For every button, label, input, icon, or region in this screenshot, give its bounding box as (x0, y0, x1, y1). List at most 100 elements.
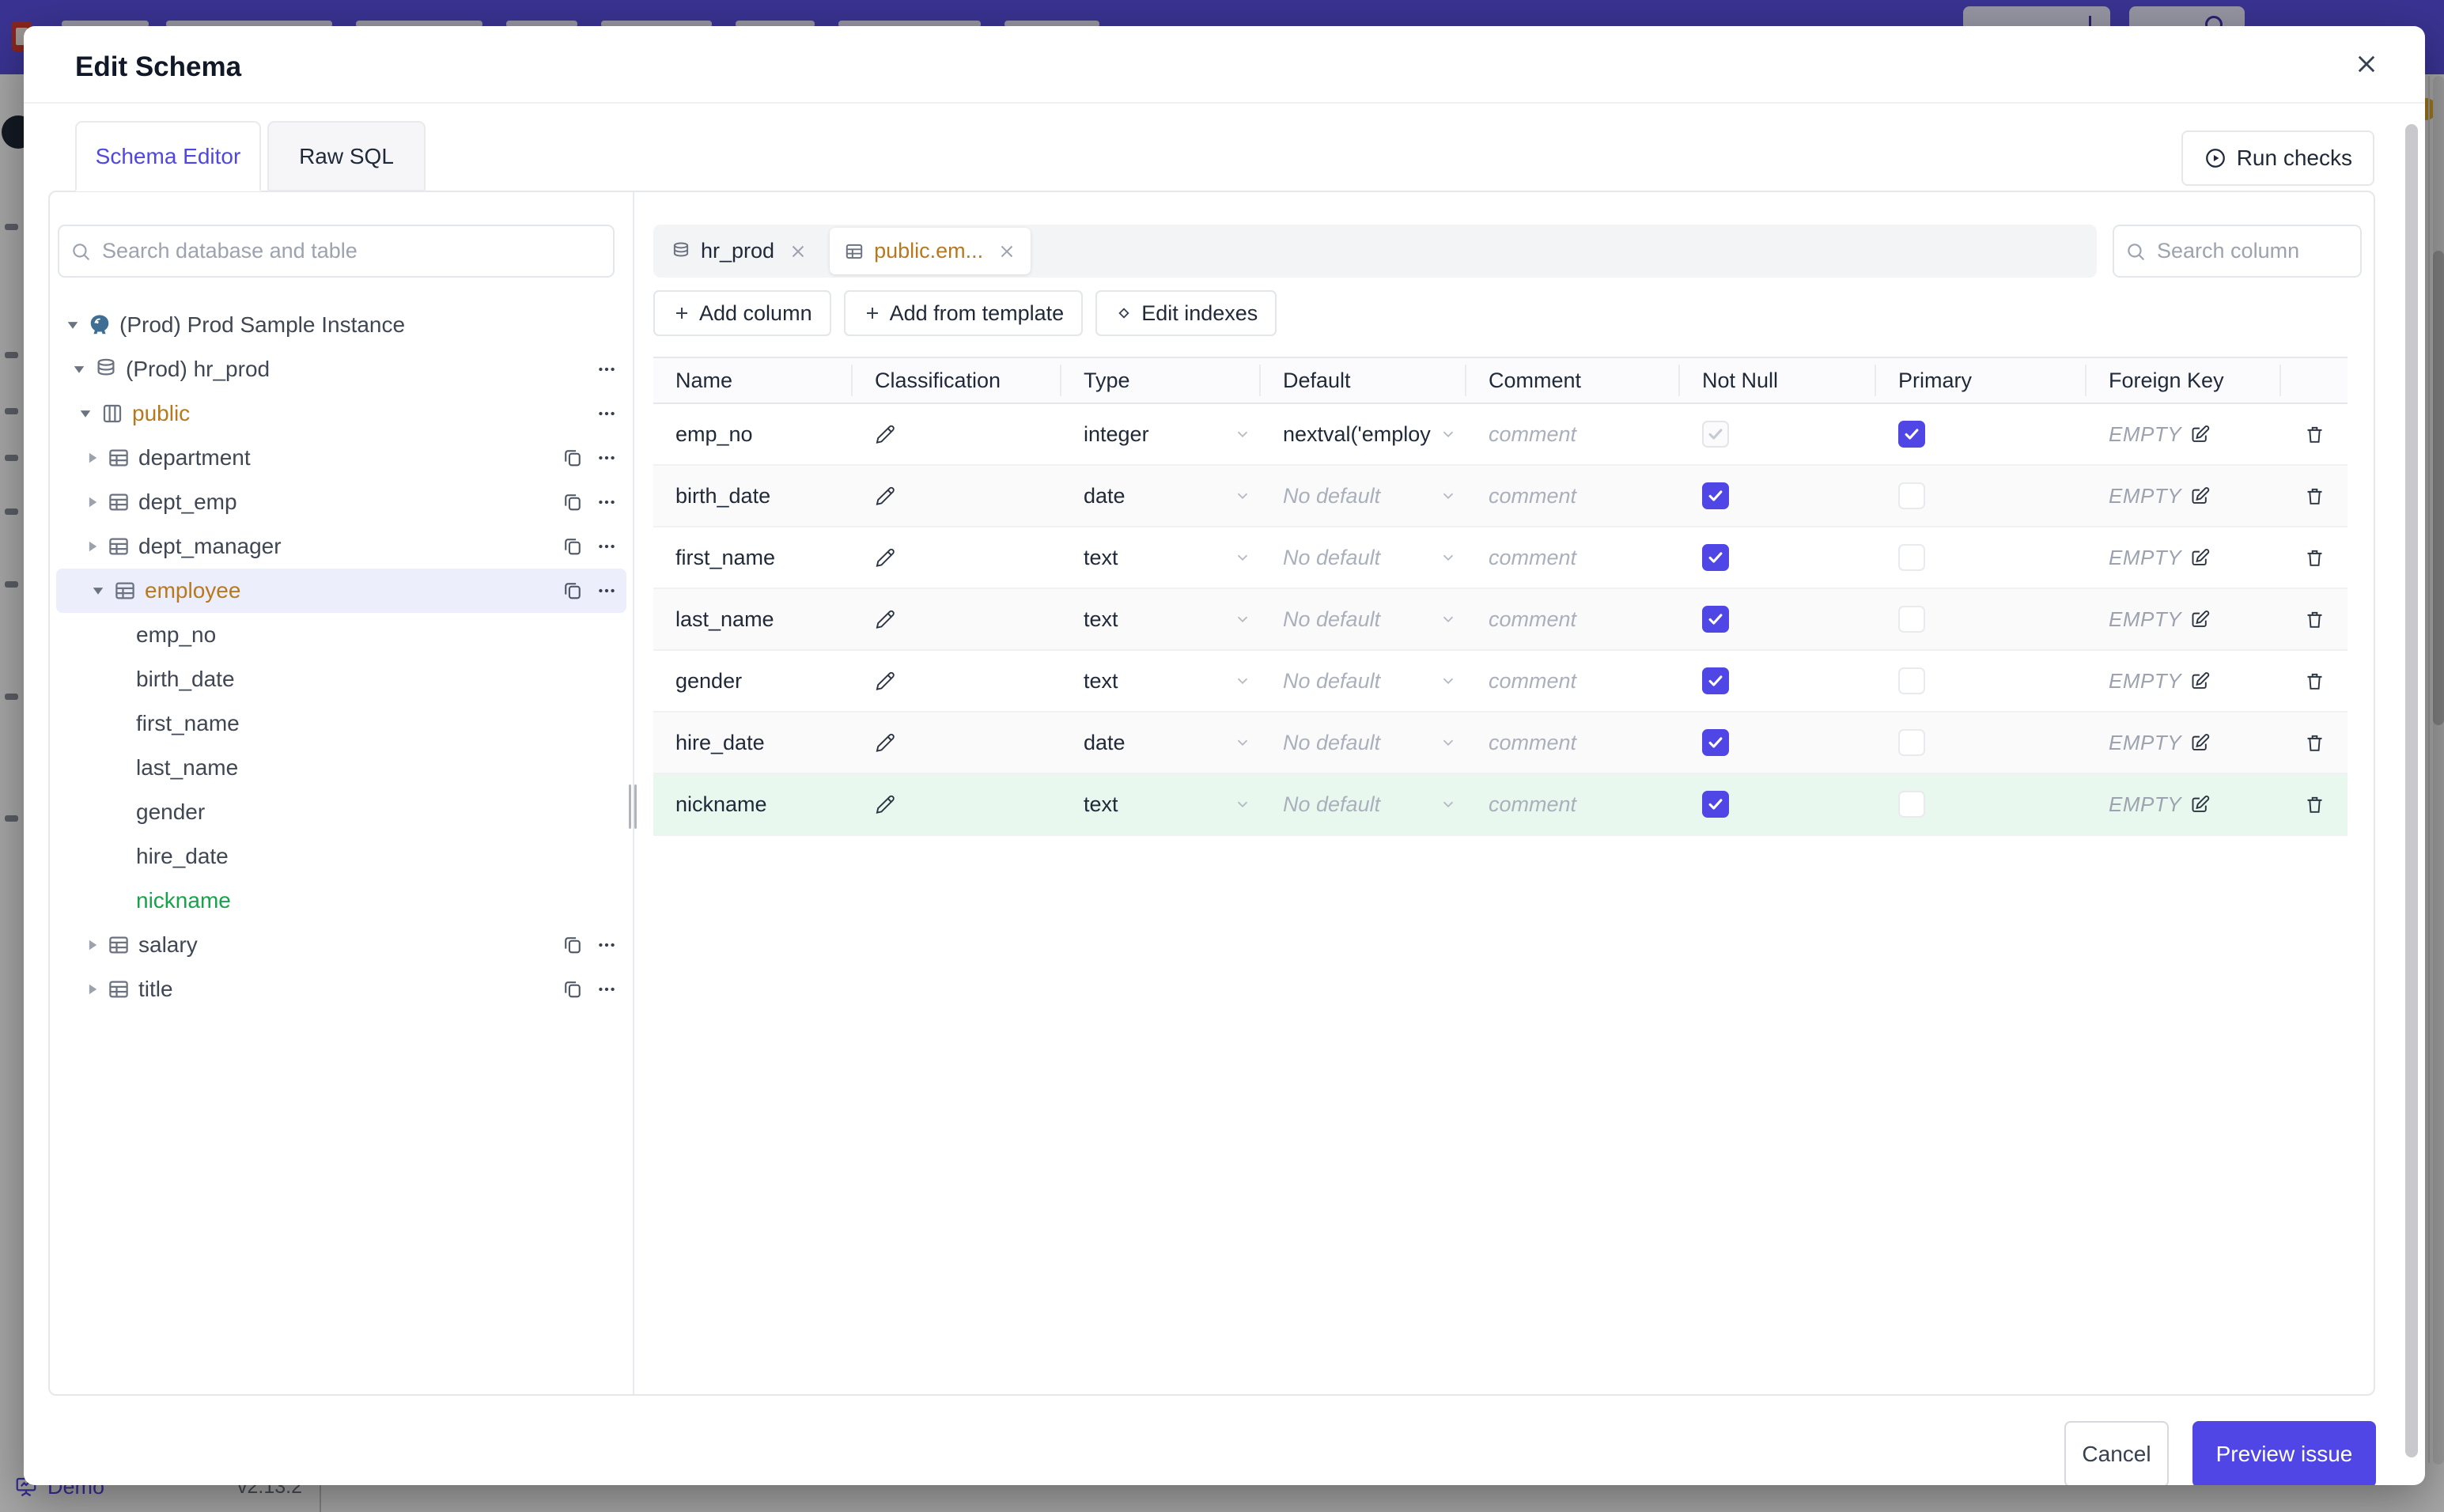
column-name-cell[interactable]: gender (675, 669, 742, 694)
default-select[interactable]: No default (1261, 651, 1466, 711)
edit-icon[interactable] (2189, 609, 2211, 630)
trash-icon[interactable] (2304, 732, 2325, 754)
trash-icon[interactable] (2304, 424, 2325, 445)
tree-item-column-first-name[interactable]: first_name (50, 701, 626, 746)
comment-input[interactable]: comment (1466, 589, 1680, 649)
copy-icon[interactable] (562, 535, 584, 558)
caret-right-icon[interactable] (83, 981, 100, 998)
not-null-checkbox[interactable] (1702, 544, 1729, 571)
comment-input[interactable]: comment (1466, 527, 1680, 588)
column-name-cell[interactable]: birth_date (675, 484, 770, 508)
caret-down-icon[interactable] (89, 582, 107, 599)
comment-input[interactable]: comment (1466, 651, 1680, 711)
tree-item-table-employee[interactable]: employee (56, 569, 626, 613)
edit-icon[interactable] (2189, 486, 2211, 507)
caret-right-icon[interactable] (83, 538, 100, 555)
tab-raw-sql[interactable]: Raw SQL (267, 121, 426, 191)
column-name-cell[interactable]: first_name (675, 546, 775, 570)
default-select[interactable]: No default (1261, 466, 1466, 526)
pencil-icon[interactable] (875, 671, 896, 692)
tree-item-table-dept-emp[interactable]: dept_emp (50, 480, 626, 524)
edit-icon[interactable] (2189, 424, 2211, 445)
tree-item-instance[interactable]: (Prod) Prod Sample Instance (50, 303, 626, 347)
primary-checkbox[interactable] (1898, 544, 1925, 571)
tab-chip-hr-prod[interactable]: hr_prod (656, 228, 822, 274)
type-select[interactable]: text (1061, 589, 1261, 649)
close-icon[interactable] (997, 242, 1016, 261)
type-select[interactable]: text (1061, 651, 1261, 711)
pencil-icon[interactable] (875, 609, 896, 630)
caret-right-icon[interactable] (83, 936, 100, 954)
primary-checkbox[interactable] (1898, 667, 1925, 694)
not-null-checkbox[interactable] (1702, 729, 1729, 756)
default-select[interactable]: No default (1261, 713, 1466, 773)
caret-down-icon[interactable] (64, 316, 81, 334)
tree-item-table-dept-manager[interactable]: dept_manager (50, 524, 626, 569)
primary-checkbox[interactable] (1898, 482, 1925, 509)
default-select[interactable]: No default (1261, 589, 1466, 649)
not-null-checkbox[interactable] (1702, 482, 1729, 509)
copy-icon[interactable] (562, 491, 584, 513)
trash-icon[interactable] (2304, 547, 2325, 569)
default-select[interactable]: nextval('employ (1261, 404, 1466, 464)
pencil-icon[interactable] (875, 794, 896, 815)
tree-item-column-nickname[interactable]: nickname (50, 879, 626, 923)
caret-down-icon[interactable] (77, 405, 94, 422)
add-column-button[interactable]: Add column (653, 290, 831, 336)
preview-issue-button[interactable]: Preview issue (2192, 1421, 2376, 1485)
primary-checkbox[interactable] (1898, 791, 1925, 818)
tree-item-column-hire-date[interactable]: hire_date (50, 834, 626, 879)
comment-input[interactable]: comment (1466, 774, 1680, 834)
type-select[interactable]: text (1061, 774, 1261, 834)
default-select[interactable]: No default (1261, 527, 1466, 588)
sidebar-resize-handle[interactable] (629, 784, 638, 829)
copy-icon[interactable] (562, 978, 584, 1000)
primary-checkbox[interactable] (1898, 606, 1925, 633)
column-name-cell[interactable]: nickname (675, 792, 767, 817)
tree-item-schema-public[interactable]: public (50, 391, 626, 436)
caret-right-icon[interactable] (83, 493, 100, 511)
type-select[interactable]: date (1061, 466, 1261, 526)
tree-item-table-salary[interactable]: salary (50, 923, 626, 967)
ellipsis-icon[interactable] (596, 359, 617, 380)
tree-item-column-gender[interactable]: gender (50, 790, 626, 834)
tree-item-table-title[interactable]: title (50, 967, 626, 1011)
ellipsis-icon[interactable] (596, 979, 617, 1000)
edit-icon[interactable] (2189, 547, 2211, 569)
not-null-checkbox[interactable] (1702, 606, 1729, 633)
ellipsis-icon[interactable] (596, 403, 617, 424)
copy-icon[interactable] (562, 934, 584, 956)
run-checks-button[interactable]: Run checks (2181, 130, 2374, 186)
trash-icon[interactable] (2304, 794, 2325, 815)
tab-chip-public-employee[interactable]: public.em... (830, 228, 1031, 274)
ellipsis-icon[interactable] (596, 536, 617, 557)
modal-scrollbar-thumb[interactable] (2405, 124, 2418, 1457)
close-button[interactable] (2349, 47, 2384, 81)
type-select[interactable]: text (1061, 527, 1261, 588)
not-null-checkbox[interactable] (1702, 667, 1729, 694)
edit-icon[interactable] (2189, 732, 2211, 754)
add-from-template-button[interactable]: Add from template (843, 290, 1084, 336)
close-icon[interactable] (789, 242, 808, 261)
edit-icon[interactable] (2189, 794, 2211, 815)
cancel-button[interactable]: Cancel (2064, 1421, 2169, 1485)
caret-down-icon[interactable] (70, 361, 88, 378)
type-select[interactable]: date (1061, 713, 1261, 773)
tree-item-database[interactable]: (Prod) hr_prod (50, 347, 626, 391)
pencil-icon[interactable] (875, 486, 896, 507)
ellipsis-icon[interactable] (596, 935, 617, 955)
ellipsis-icon[interactable] (596, 580, 617, 601)
comment-input[interactable]: comment (1466, 404, 1680, 464)
tree-item-column-last-name[interactable]: last_name (50, 746, 626, 790)
column-name-cell[interactable]: emp_no (675, 422, 753, 447)
default-select[interactable]: No default (1261, 774, 1466, 834)
ellipsis-icon[interactable] (596, 492, 617, 512)
tree-item-column-emp-no[interactable]: emp_no (50, 613, 626, 657)
edit-icon[interactable] (2189, 671, 2211, 692)
search-database-input[interactable] (58, 225, 615, 278)
tree-item-table-department[interactable]: department (50, 436, 626, 480)
pencil-icon[interactable] (875, 547, 896, 569)
tab-schema-editor[interactable]: Schema Editor (75, 121, 261, 191)
type-select[interactable]: integer (1061, 404, 1261, 464)
column-name-cell[interactable]: hire_date (675, 731, 765, 755)
